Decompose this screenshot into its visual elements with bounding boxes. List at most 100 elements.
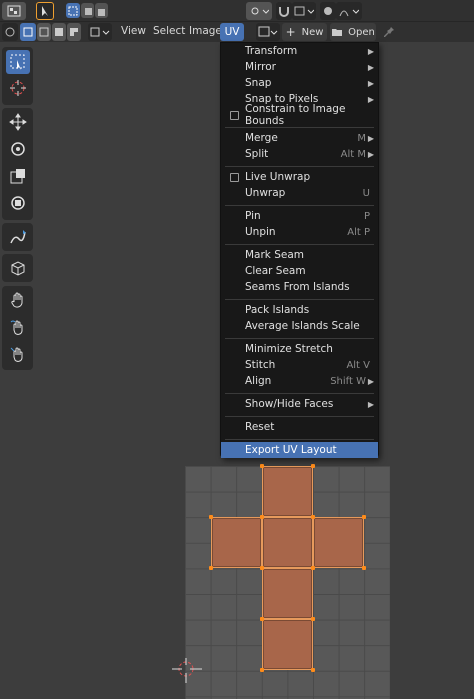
menu-item-align[interactable]: Align Shift W ▶ — [221, 373, 378, 389]
toolbar-cursor-group — [2, 254, 33, 282]
scale-tool[interactable] — [6, 164, 30, 188]
grab-tool[interactable] — [6, 288, 30, 312]
menu-item-reset[interactable]: Reset — [221, 419, 378, 435]
select-box-tool[interactable] — [6, 50, 30, 74]
face-icon — [55, 28, 63, 36]
uv-face[interactable] — [262, 568, 313, 619]
snap-dropdown[interactable] — [292, 2, 316, 20]
pinch-hand-icon — [10, 347, 23, 362]
uv-vertex[interactable] — [260, 515, 264, 519]
image-browse-dropdown[interactable] — [256, 23, 280, 41]
uv-vertex[interactable] — [260, 566, 264, 570]
uv-face[interactable] — [313, 517, 364, 568]
menu-item-merge[interactable]: Merge M ▶ — [221, 130, 378, 146]
uv-vertex[interactable] — [311, 668, 315, 672]
menu-item-show-hide-faces[interactable]: Show/Hide Faces ▶ — [221, 396, 378, 412]
uv-face[interactable] — [262, 619, 313, 670]
vertex-select-button[interactable] — [66, 3, 80, 18]
proportional-falloff-button[interactable] — [320, 2, 336, 20]
select-mode-button[interactable] — [36, 2, 54, 20]
menu-select[interactable]: Select — [153, 25, 185, 37]
uv-vertex[interactable] — [362, 566, 366, 570]
annotate-icon — [10, 230, 26, 244]
menu-item-split[interactable]: Split Alt M ▶ — [221, 146, 378, 162]
submenu-arrow-icon: ▶ — [367, 149, 374, 159]
menu-uv[interactable]: UV — [220, 23, 244, 41]
uv-face[interactable] — [262, 466, 313, 517]
menu-item-constrain-to-image-bounds[interactable]: Constrain to Image Bounds — [221, 103, 378, 127]
uv-edge-mode-button[interactable] — [37, 23, 51, 41]
menu-separator — [225, 299, 374, 300]
menu-image[interactable]: Image — [189, 25, 222, 37]
editor-header: View Select Image UV + New Open — [0, 22, 474, 42]
cursor-icon — [42, 6, 48, 16]
uv-menu-dropdown: Transform ▶ Mirror ▶ Snap ▶ Snap to Pixels ▶… — [220, 42, 379, 458]
pinch-tool[interactable] — [6, 342, 30, 366]
open-label: Open — [348, 26, 375, 38]
menu-item-transform[interactable]: Transform ▶ — [221, 43, 378, 59]
uv-face[interactable] — [211, 517, 262, 568]
vertex-select-icon — [68, 6, 78, 15]
open-image-button[interactable]: Open — [330, 23, 376, 41]
uv-island-mode-button[interactable] — [67, 23, 81, 41]
relax-tool[interactable] — [6, 315, 30, 339]
annotate-tool[interactable] — [6, 225, 30, 249]
menu-separator — [225, 416, 374, 417]
falloff-dropdown[interactable] — [336, 2, 362, 20]
menu-item-export-uv-layout[interactable]: Export UV Layout — [221, 442, 378, 458]
menu-item-pin[interactable]: Pin P — [221, 208, 378, 224]
uv-face-mode-button[interactable] — [52, 23, 66, 41]
edge-select-button[interactable] — [81, 3, 94, 18]
menu-item-stitch[interactable]: Stitch Alt V — [221, 357, 378, 373]
toolbar-annotate-group — [2, 223, 33, 251]
uv-vertex[interactable] — [311, 464, 315, 468]
menu-separator — [225, 338, 374, 339]
menu-item-live-unwrap[interactable]: Live Unwrap — [221, 169, 378, 185]
image-editor-icon — [7, 5, 21, 17]
transform-tool[interactable] — [6, 191, 30, 215]
sync-selection-button[interactable] — [2, 23, 18, 41]
checkbox-icon[interactable] — [230, 111, 239, 120]
menu-item-mark-seam[interactable]: Mark Seam — [221, 247, 378, 263]
proportional-edit-button[interactable] — [276, 2, 292, 20]
menu-item-clear-seam[interactable]: Clear Seam — [221, 263, 378, 279]
uv-vertex[interactable] — [311, 566, 315, 570]
menu-item-average-islands-scale[interactable]: Average Islands Scale — [221, 318, 378, 334]
top-header — [0, 0, 474, 22]
menu-item-unwrap[interactable]: Unwrap U — [221, 185, 378, 201]
sticky-selection-dropdown[interactable] — [88, 23, 112, 41]
uv-vertex[interactable] — [260, 668, 264, 672]
uv-vertex[interactable] — [260, 617, 264, 621]
uv-vertex[interactable] — [209, 566, 213, 570]
uv-vertex[interactable] — [209, 515, 213, 519]
uv-cube-tool[interactable] — [6, 256, 30, 280]
uv-vertex[interactable] — [260, 464, 264, 468]
pivot-dropdown[interactable] — [246, 2, 272, 20]
new-image-button[interactable]: + New — [282, 23, 327, 41]
menu-item-pack-islands[interactable]: Pack Islands — [221, 302, 378, 318]
menu-item-minimize-stretch[interactable]: Minimize Stretch — [221, 341, 378, 357]
cursor-tool[interactable] — [6, 76, 30, 100]
editor-type-button[interactable] — [2, 2, 26, 20]
uv-vertex-mode-button[interactable] — [20, 23, 36, 41]
move-tool[interactable] — [6, 110, 30, 134]
face-select-button[interactable] — [95, 3, 108, 18]
toolbar-select-group — [2, 47, 33, 105]
rotate-tool[interactable] — [6, 137, 30, 161]
menu-view[interactable]: View — [121, 25, 146, 37]
pin-icon[interactable] — [382, 25, 396, 42]
uv-face[interactable] — [262, 517, 313, 568]
sticky-select-icon — [90, 27, 110, 37]
submenu-arrow-icon: ▶ — [367, 133, 374, 143]
menu-item-snap[interactable]: Snap ▶ — [221, 75, 378, 91]
uv-vertex[interactable] — [362, 515, 366, 519]
checkbox-icon[interactable] — [230, 173, 239, 182]
menu-item-seams-from-islands[interactable]: Seams From Islands — [221, 279, 378, 295]
magnet-icon — [279, 7, 289, 17]
uv-vertex[interactable] — [311, 617, 315, 621]
uv-vertex[interactable] — [311, 515, 315, 519]
menu-item-mirror[interactable]: Mirror ▶ — [221, 59, 378, 75]
island-icon — [70, 28, 78, 36]
rotate-icon — [11, 142, 25, 156]
menu-item-unpin[interactable]: Unpin Alt P — [221, 224, 378, 240]
